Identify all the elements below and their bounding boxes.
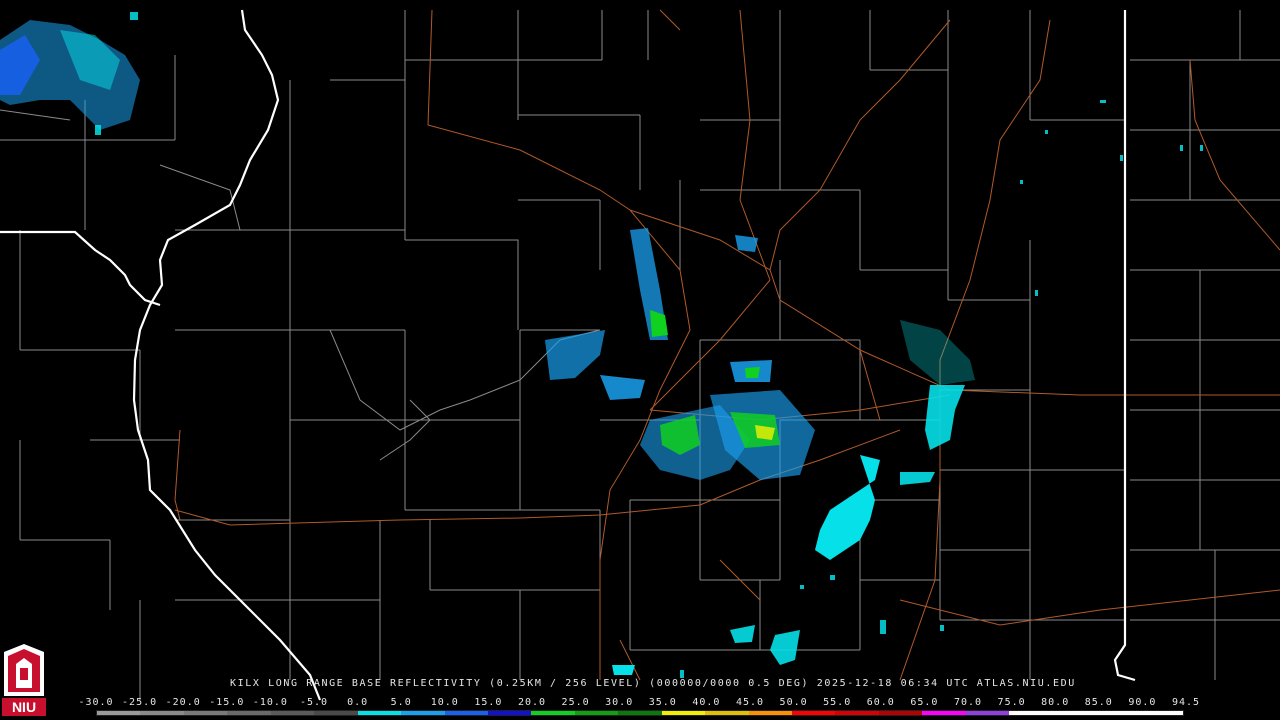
colorscale-label: 94.5 [1171, 697, 1201, 708]
colorscale-label: -20.0 [165, 697, 201, 708]
colorscale-swatch [748, 711, 792, 715]
colorscale-swatch [618, 711, 662, 715]
colorscale-label: 40.0 [692, 697, 721, 708]
colorscale-swatch [401, 711, 445, 715]
colorscale-label: -25.0 [122, 697, 158, 708]
colorscale-label: 30.0 [605, 697, 634, 708]
colorscale-swatch [227, 711, 271, 715]
colorscale-label: 10.0 [430, 697, 459, 708]
niu-logo: NIU [2, 644, 46, 716]
colorscale-label: 55.0 [823, 697, 852, 708]
colorscale-label: 20.0 [517, 697, 547, 708]
colorscale-swatch [705, 711, 749, 715]
colorscale-swatch [1052, 711, 1097, 715]
colorscale-label: 15.0 [474, 697, 503, 708]
colorscale-label: 50.0 [779, 697, 808, 708]
colorscale-label: 60.0 [866, 697, 895, 708]
colorscale-swatch [792, 711, 836, 715]
colorscale-label: 85.0 [1084, 697, 1113, 708]
colorscale-swatch [965, 711, 1010, 715]
colorscale-swatch [1139, 711, 1183, 715]
colorscale-swatch [922, 711, 966, 715]
colorscale-label: 90.0 [1128, 697, 1157, 708]
colorscale-swatch [97, 711, 141, 715]
colorscale-swatch [835, 711, 879, 715]
colorscale-label: 80.0 [1041, 697, 1070, 708]
colorscale-label: 75.0 [997, 697, 1026, 708]
colorscale-label: 65.0 [910, 697, 939, 708]
colorscale-swatch [531, 711, 575, 715]
colorscale-label: 45.0 [735, 697, 765, 708]
radar-map [0, 0, 1280, 720]
colorscale-label: -10.0 [252, 697, 288, 708]
colorscale-swatch [444, 711, 488, 715]
colorscale-swatch [314, 711, 358, 715]
colorscale-label: -30.0 [78, 697, 114, 708]
colorscale-swatch [270, 711, 315, 715]
colorscale-swatch [1096, 711, 1140, 715]
colorscale-swatch [183, 711, 228, 715]
product-caption: KILX LONG RANGE BASE REFLECTIVITY (0.25K… [230, 678, 1076, 689]
colorscale-label: -5.0 [299, 697, 329, 708]
colorscale-bar [96, 710, 1184, 716]
colorscale-swatch [878, 711, 923, 715]
colorscale-label: 5.0 [390, 697, 412, 708]
colorscale-label: 25.0 [561, 697, 590, 708]
colorscale-label: -15.0 [209, 697, 245, 708]
colorscale-label: 70.0 [953, 697, 983, 708]
colorscale-swatch [1009, 711, 1053, 715]
colorscale-label: 35.0 [648, 697, 677, 708]
colorscale-swatch [574, 711, 619, 715]
colorscale-labels: -30.0 -25.0 -20.0 -15.0 -10.0 -5.0 0.0 5.0 10.0 1… [78, 697, 1199, 709]
colorscale-swatch [357, 711, 402, 715]
colorscale-swatch [661, 711, 706, 715]
logo-text: NIU [12, 699, 36, 715]
colorscale-swatch [140, 711, 184, 715]
colorscale-label: 0.0 [347, 697, 369, 708]
colorscale-swatch [487, 711, 532, 715]
